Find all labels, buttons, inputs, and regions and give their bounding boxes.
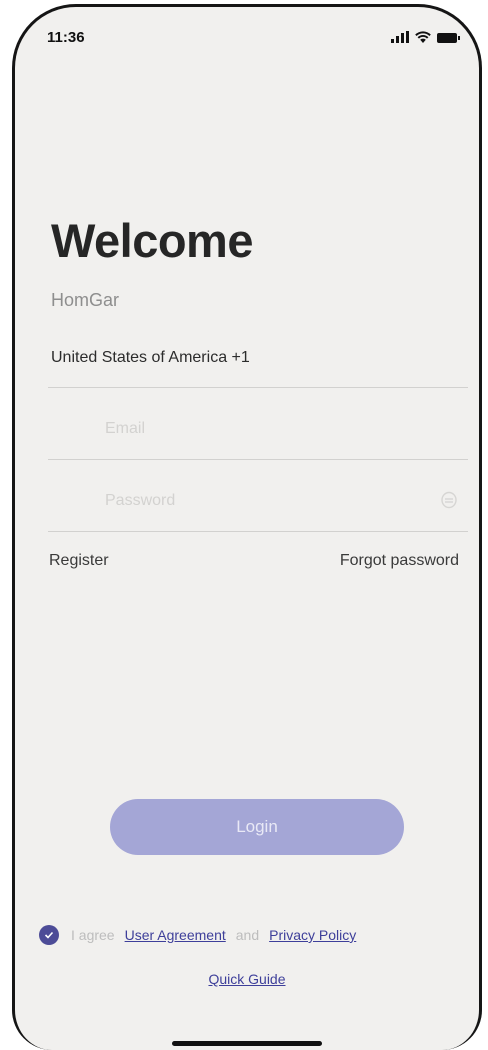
battery-icon (437, 33, 460, 43)
email-input[interactable] (103, 419, 407, 439)
login-button[interactable]: Login (110, 799, 404, 855)
phone-screen: 11:36 Welcome HomGar United States of Am… (12, 4, 482, 1050)
forgot-password-link[interactable]: Forgot password (340, 552, 459, 570)
wifi-icon (415, 31, 431, 43)
country-code-label: United States of America +1 (51, 349, 250, 366)
home-indicator (172, 1041, 322, 1046)
user-agreement-link[interactable]: User Agreement (125, 927, 226, 943)
password-input[interactable] (103, 491, 407, 511)
status-time: 11:36 (47, 29, 85, 46)
email-field-container (48, 401, 468, 460)
agree-checkbox[interactable] (39, 925, 59, 945)
register-link[interactable]: Register (49, 552, 109, 570)
agree-prefix: I agree (71, 927, 115, 943)
eye-icon[interactable] (440, 491, 458, 509)
agree-conjunction: and (235, 927, 260, 943)
privacy-policy-link[interactable]: Privacy Policy (269, 927, 356, 943)
signal-icon (391, 31, 409, 43)
quick-guide-link[interactable]: Quick Guide (15, 971, 479, 987)
page-title: Welcome (51, 214, 254, 267)
agreement-row: I agree User Agreement and Privacy Polic… (39, 925, 356, 945)
status-bar: 11:36 (15, 7, 479, 67)
country-code-select[interactable]: United States of America +1 (48, 347, 468, 388)
password-field-container (48, 473, 468, 532)
app-name: HomGar (51, 290, 120, 310)
check-icon (44, 931, 54, 939)
status-icons (391, 31, 460, 43)
